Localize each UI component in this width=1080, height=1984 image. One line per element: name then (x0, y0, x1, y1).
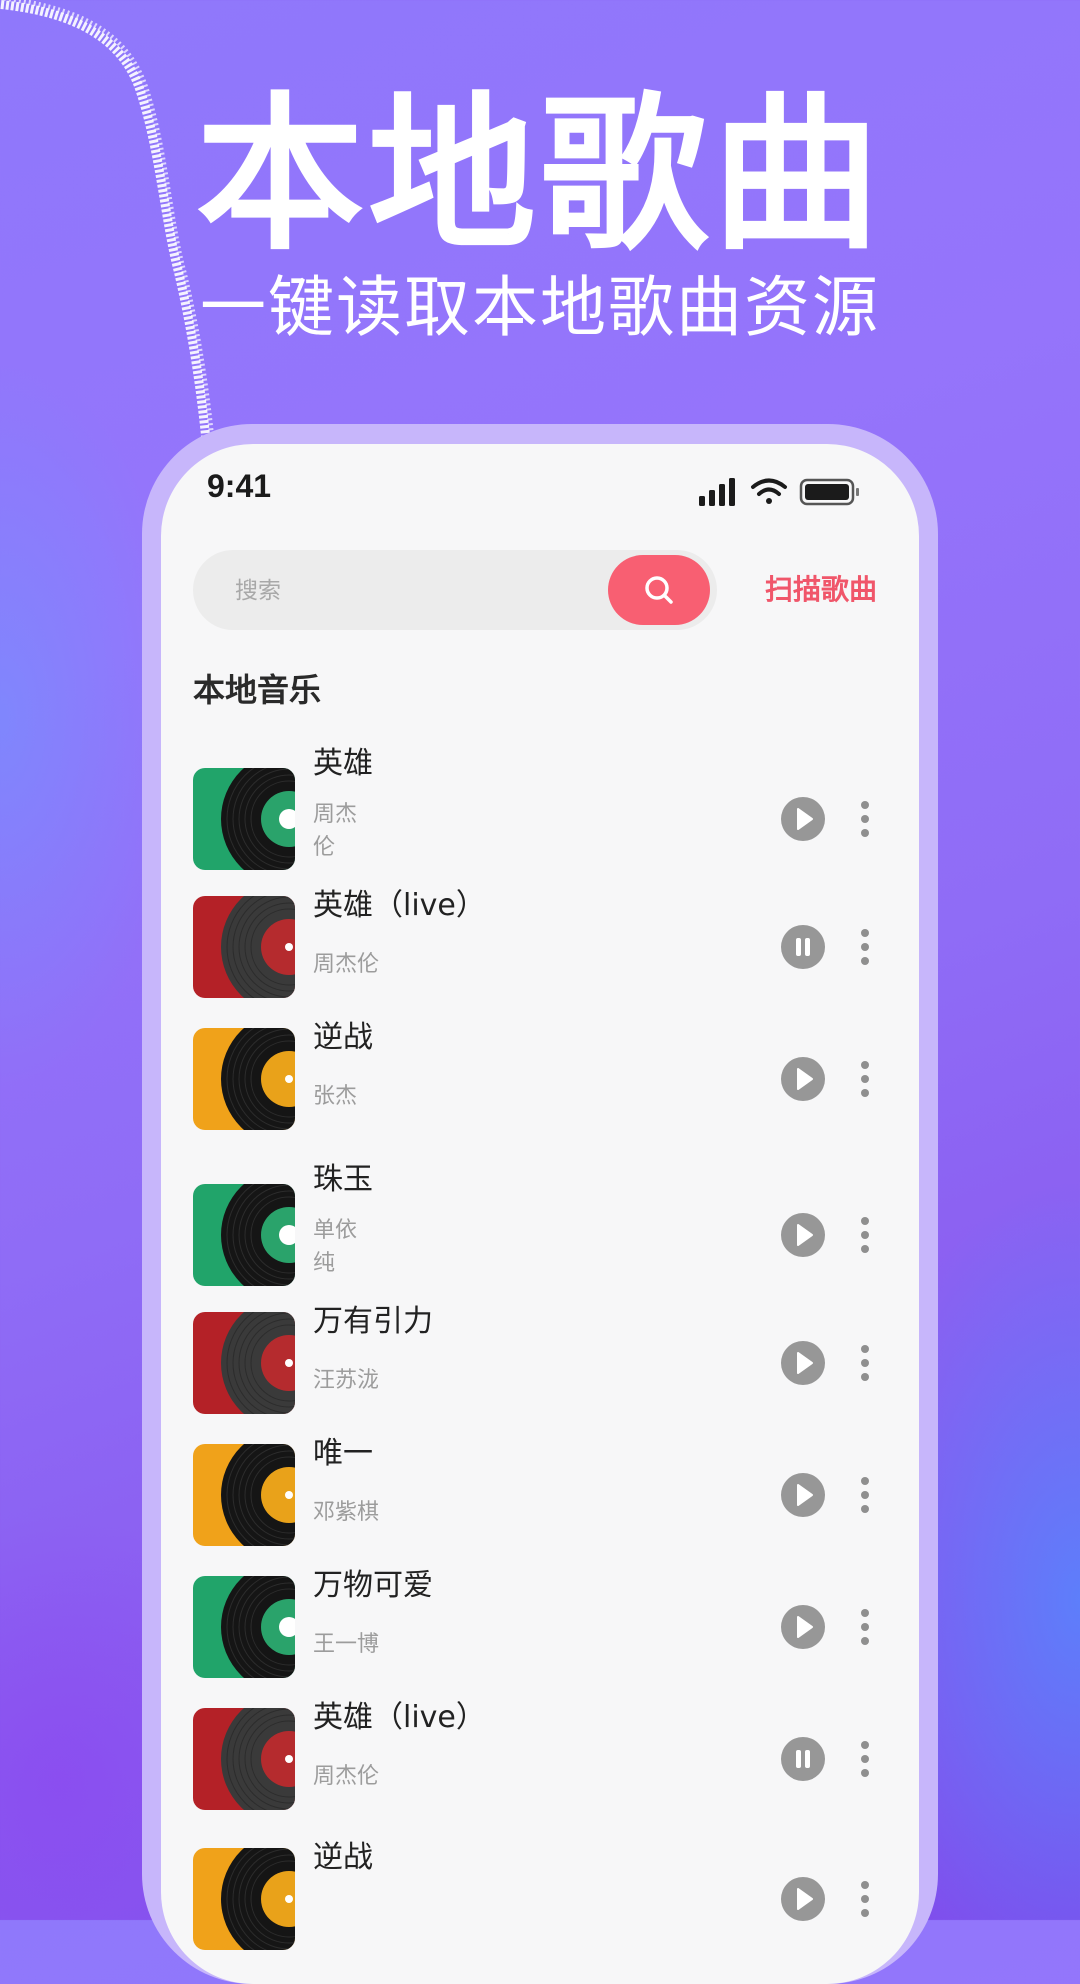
play-icon (797, 1224, 813, 1246)
play-button[interactable] (781, 1057, 825, 1101)
song-title: 唯一 (313, 1436, 373, 1471)
song-cover-image (193, 1312, 295, 1414)
song-title: 逆战 (313, 1020, 373, 1055)
song-artist: 周杰伦 (313, 952, 380, 977)
play-icon (797, 1888, 813, 1910)
pause-button[interactable] (781, 1737, 825, 1781)
more-options-button[interactable] (855, 1737, 875, 1781)
song-cover-image (193, 1184, 295, 1286)
song-row[interactable]: 英雄 周杰伦 (161, 746, 919, 874)
song-title: 珠玉 (313, 1162, 373, 1197)
play-button[interactable] (781, 797, 825, 841)
song-artist: 周杰伦 (313, 1764, 380, 1789)
song-cover-image (193, 768, 295, 870)
more-vertical-icon (861, 1345, 869, 1381)
play-button[interactable] (781, 1473, 825, 1517)
song-title: 逆战 (313, 1840, 373, 1875)
hero-subtitle: 一键读取本地歌曲资源 (200, 269, 880, 346)
song-artist: 邓紫棋 (313, 1500, 380, 1525)
more-options-button[interactable] (855, 1213, 875, 1257)
song-row[interactable]: 英雄（live） 周杰伦 (161, 1700, 919, 1828)
more-options-button[interactable] (855, 1473, 875, 1517)
song-row[interactable]: 唯一 邓紫棋 (161, 1436, 919, 1564)
song-cover-image (193, 1576, 295, 1678)
more-options-button[interactable] (855, 1605, 875, 1649)
more-vertical-icon (861, 1741, 869, 1777)
more-vertical-icon (861, 1477, 869, 1513)
song-row[interactable]: 珠玉 单依纯 (161, 1162, 919, 1290)
song-row[interactable]: 英雄（live） 周杰伦 (161, 888, 919, 1016)
more-vertical-icon (861, 1061, 869, 1097)
song-artist: 纯 (313, 1251, 336, 1276)
song-cover-image (193, 1848, 295, 1950)
phone-screen: 9:41 搜索 扫描歌曲 本地音乐 英雄 周杰 伦 英雄（live） 周杰伦 逆… (161, 444, 919, 1984)
play-button[interactable] (781, 1605, 825, 1649)
song-artist: 王一博 (313, 1632, 380, 1657)
song-title: 万有引力 (313, 1304, 433, 1339)
song-cover-image (193, 896, 295, 998)
song-artist: 伦 (313, 835, 336, 860)
song-artist: 张杰 (313, 1084, 358, 1109)
song-artist: 单依 (313, 1218, 358, 1243)
song-cover-image (193, 1028, 295, 1130)
song-title: 英雄（live） (313, 888, 486, 923)
play-icon (797, 808, 813, 830)
more-vertical-icon (861, 1217, 869, 1253)
pause-button[interactable] (781, 925, 825, 969)
song-row[interactable]: 万物可爱 王一博 (161, 1568, 919, 1696)
pause-icon (796, 1750, 810, 1768)
play-icon (797, 1068, 813, 1090)
song-title: 英雄 (313, 746, 373, 781)
more-options-button[interactable] (855, 1341, 875, 1385)
song-row[interactable]: 逆战 (161, 1840, 919, 1968)
more-vertical-icon (861, 1881, 869, 1917)
song-cover-image (193, 1444, 295, 1546)
play-icon (797, 1484, 813, 1506)
song-row[interactable]: 逆战 张杰 (161, 1020, 919, 1148)
more-options-button[interactable] (855, 1057, 875, 1101)
pause-icon (796, 938, 810, 956)
hero-title: 本地歌曲 (196, 77, 884, 273)
more-options-button[interactable] (855, 925, 875, 969)
more-options-button[interactable] (855, 1877, 875, 1921)
play-button[interactable] (781, 1877, 825, 1921)
play-icon (797, 1616, 813, 1638)
song-cover-image (193, 1708, 295, 1810)
song-title: 英雄（live） (313, 1700, 486, 1735)
more-vertical-icon (861, 801, 869, 837)
song-title: 万物可爱 (313, 1568, 433, 1603)
play-button[interactable] (781, 1213, 825, 1257)
song-artist: 汪苏泷 (313, 1368, 380, 1393)
more-options-button[interactable] (855, 797, 875, 841)
play-button[interactable] (781, 1341, 825, 1385)
song-row[interactable]: 万有引力 汪苏泷 (161, 1304, 919, 1432)
song-artist: 周杰 (313, 802, 358, 827)
song-list: 英雄 周杰伦英雄（live） 周杰伦 逆战 张杰 珠玉 单依纯万有引力 汪苏泷 唯一 邓紫棋 万物可… (161, 444, 919, 1984)
more-vertical-icon (861, 1609, 869, 1645)
more-vertical-icon (861, 929, 869, 965)
play-icon (797, 1352, 813, 1374)
